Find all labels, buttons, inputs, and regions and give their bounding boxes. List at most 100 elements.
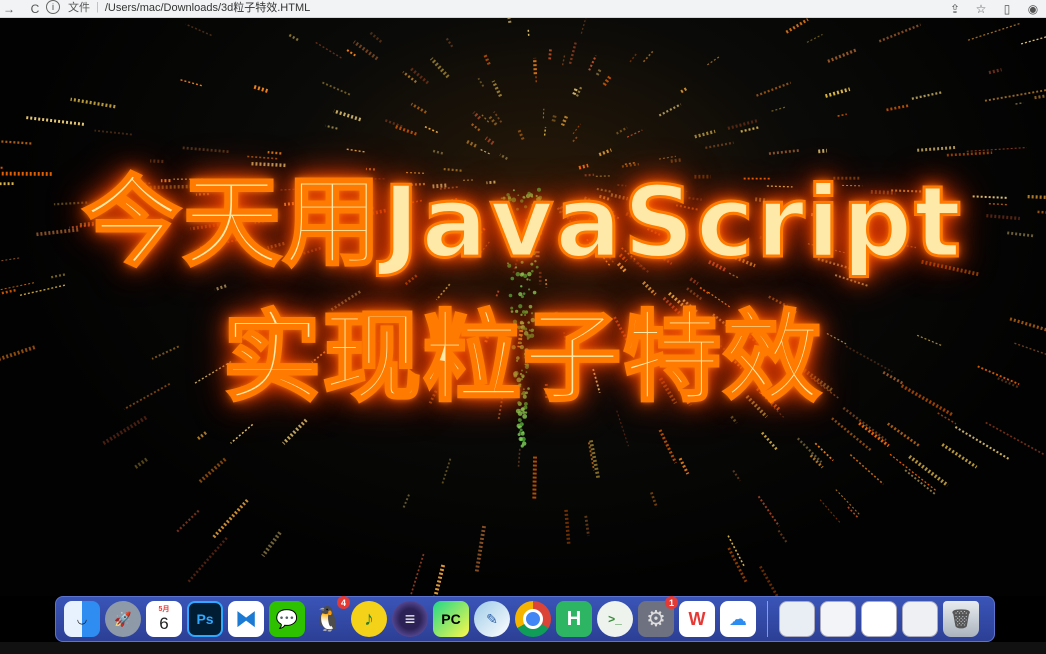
particle-canvas[interactable]: 今天用JavaScript 实现粒子特效 <box>0 18 1046 596</box>
particle-streak <box>175 509 200 533</box>
forward-icon[interactable]: → <box>0 0 18 18</box>
chrome-icon[interactable] <box>515 601 551 637</box>
particle-streak <box>658 155 676 160</box>
particle-streak <box>433 564 446 596</box>
particle-streak <box>70 97 116 109</box>
terminal-chat-icon[interactable]: >_ <box>597 601 633 637</box>
finder-icon[interactable]: ◡ <box>64 601 100 637</box>
profile-icon[interactable]: ◉ <box>1020 0 1046 18</box>
share-icon[interactable]: ⇪ <box>942 0 968 18</box>
particle-streak <box>615 126 628 135</box>
qq-badge: 4 <box>337 596 350 609</box>
particle-streak <box>756 81 792 97</box>
particle-streak <box>479 148 490 155</box>
particle-dot <box>520 295 524 299</box>
particle-streak <box>214 284 227 292</box>
particle-streak <box>629 52 638 63</box>
particle-streak <box>196 431 207 441</box>
particle-dot <box>527 288 531 291</box>
particle-streak <box>561 53 566 66</box>
particle-streak <box>984 89 1046 102</box>
particle-streak <box>267 150 282 155</box>
recent-window-thumbnail-2[interactable] <box>820 601 856 637</box>
launchpad-icon[interactable]: 🚀 <box>105 601 141 637</box>
wps-icon[interactable]: W <box>679 601 715 637</box>
calendar-icon[interactable]: 5月 6 <box>146 601 182 637</box>
address-separator: | <box>96 1 99 13</box>
vscode-icon[interactable]: ⧓ <box>228 601 264 637</box>
reload-icon[interactable]: C <box>26 0 44 18</box>
hbuilder-icon[interactable]: H <box>556 601 592 637</box>
particle-streak <box>495 290 500 298</box>
particle-streak <box>819 499 842 524</box>
particle-streak <box>517 448 521 467</box>
browser-toolbar: → C i 文件 | /Users/mac/Downloads/3d粒子特效.H… <box>0 0 1046 18</box>
particle-streak <box>572 135 579 143</box>
particle-streak <box>551 114 557 122</box>
particle-dot <box>519 428 523 432</box>
info-icon[interactable]: i <box>46 0 60 14</box>
particle-streak <box>732 469 741 482</box>
bottom-bar <box>0 642 1046 654</box>
music-icon[interactable]: ♪ <box>351 601 387 637</box>
particle-streak <box>911 91 943 100</box>
particle-streak <box>886 422 921 448</box>
sidebar-icon[interactable]: ▯ <box>994 0 1020 18</box>
particle-streak <box>185 23 212 37</box>
particle-streak <box>320 81 351 96</box>
particle-streak <box>658 103 682 117</box>
particle-streak <box>474 525 486 573</box>
particle-streak <box>491 80 503 98</box>
particle-dot <box>520 444 524 448</box>
cloud-drive-icon[interactable]: ☁ <box>720 601 756 637</box>
particle-streak <box>543 126 547 136</box>
particle-streak <box>771 106 787 112</box>
particle-streak <box>346 49 356 57</box>
particle-dot <box>517 432 521 436</box>
particle-streak <box>759 565 779 596</box>
particle-streak <box>904 469 936 496</box>
particle-streak <box>445 37 454 48</box>
particle-streak <box>100 415 148 447</box>
drawing-app-icon[interactable]: ✎ <box>474 601 510 637</box>
particle-streak <box>246 155 278 160</box>
bookmark-star-icon[interactable]: ☆ <box>968 0 994 18</box>
particle-dot <box>521 423 524 425</box>
particle-streak <box>878 23 921 43</box>
recent-window-thumbnail-3[interactable] <box>861 601 897 637</box>
settings-badge: 1 <box>665 596 678 609</box>
particle-streak <box>368 30 383 43</box>
particle-streak <box>849 454 884 485</box>
trash-icon[interactable]: 🗑 <box>943 601 979 637</box>
particle-streak <box>572 123 581 135</box>
particle-streak <box>0 282 35 291</box>
recent-window-thumbnail-4[interactable] <box>902 601 938 637</box>
particle-streak <box>941 443 978 469</box>
particle-streak <box>527 28 530 36</box>
calendar-day: 6 <box>159 613 169 633</box>
url-text[interactable]: /Users/mac/Downloads/3d粒子特效.HTML <box>105 0 310 15</box>
eclipse-icon[interactable]: ≡ <box>392 601 428 637</box>
recent-window-thumbnail-1[interactable] <box>779 601 815 637</box>
particle-streak <box>484 136 495 146</box>
particle-streak <box>24 115 85 126</box>
particle-streak <box>858 421 890 448</box>
address-bar[interactable]: i 文件 | /Users/mac/Downloads/3d粒子特效.HTML <box>46 0 946 14</box>
photoshop-icon[interactable]: Ps <box>187 601 223 637</box>
system-settings-icon[interactable]: ⚙ 1 <box>638 596 678 637</box>
particle-streak <box>517 128 525 141</box>
particle-streak <box>680 86 689 94</box>
wechat-icon[interactable]: 💬 <box>269 601 305 637</box>
particle-streak <box>670 158 682 163</box>
particle-streak <box>134 457 148 469</box>
particle-streak <box>19 284 66 296</box>
pycharm-icon[interactable]: PC <box>433 601 469 637</box>
particle-streak <box>777 529 789 545</box>
particle-streak <box>707 56 720 66</box>
particle-streak <box>835 489 861 516</box>
particle-streak <box>806 33 823 43</box>
qq-icon[interactable]: 🐧 4 <box>310 596 350 637</box>
particle-streak <box>831 417 872 452</box>
particle-streak <box>435 283 451 301</box>
particle-streak <box>988 68 1002 75</box>
